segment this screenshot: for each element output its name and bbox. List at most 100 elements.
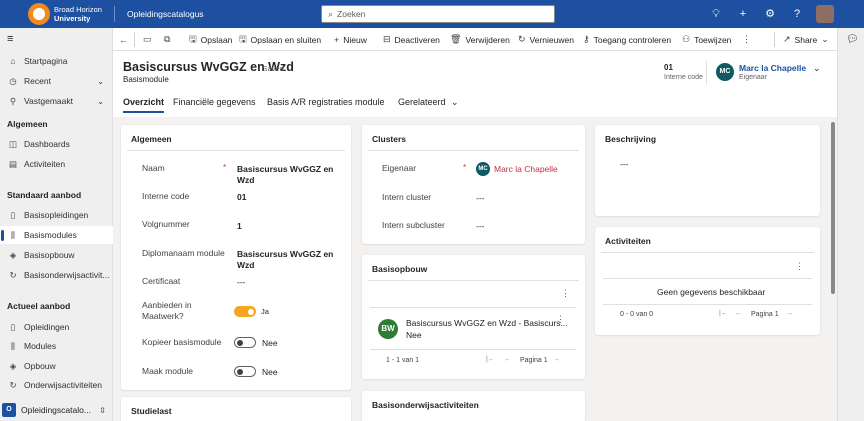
kopieer-toggle[interactable] (234, 337, 256, 348)
hamburger-icon[interactable]: ≡ (7, 33, 13, 45)
first-page-icon[interactable]: |← (719, 310, 728, 317)
org-name: Broad Horizon University (54, 5, 102, 23)
org-logo[interactable] (28, 3, 50, 25)
sidebar-item-startpagina[interactable]: ⌂ Startpagina (0, 52, 113, 70)
record-count: 0 - 0 van 0 (620, 311, 654, 318)
owner-link[interactable]: Marc la Chapelle (739, 63, 806, 73)
tab-basis-ar-registraties[interactable]: Basis A/R registraties module (267, 97, 385, 107)
sidebar: ≡ ⌂ Startpagina ◷ Recent ⌄ ⚲ Vastgemaakt… (0, 28, 113, 421)
refresh-button[interactable]: ↻ Vernieuwen (518, 28, 574, 51)
popout-button[interactable]: ⧉ (164, 28, 174, 51)
naam-field[interactable]: Basiscursus WvGGZ en Wzd (237, 164, 351, 186)
lightbulb-icon[interactable]: 💡︎ (709, 7, 723, 21)
certificaat-field[interactable]: --- (237, 277, 246, 288)
save-close-button[interactable]: 🖫 Opslaan en sluiten (239, 28, 321, 51)
save-button[interactable]: 🖫 Opslaan (189, 28, 232, 51)
sidebar-item-activiteiten[interactable]: ▤ Activiteiten (0, 155, 113, 173)
new-button[interactable]: + Nieuw (334, 28, 367, 51)
section-title: Algemeen (131, 134, 172, 144)
page-indicator: Pagina 1 (520, 357, 548, 364)
toggle-value: Nee (262, 367, 278, 377)
aanbieden-toggle[interactable] (234, 306, 256, 317)
sidebar-item-opleidingen[interactable]: ▯ Opleidingen (0, 318, 113, 336)
sidebar-item-basisopbouw[interactable]: ◈ Basisopbouw (0, 246, 113, 264)
sidebar-item-dashboards[interactable]: ◫ Dashboards (0, 135, 113, 153)
more-icon: ⋮ (742, 34, 751, 44)
area-switcher[interactable]: O Opleidingscatalo... ⇳ (2, 401, 110, 419)
diplomanaam-field[interactable]: Basiscursus WvGGZ en Wzd (237, 249, 351, 271)
intern-subcluster-field[interactable]: --- (476, 221, 485, 232)
empty-state: Geen gegevens beschikbaar (657, 287, 766, 297)
share-button[interactable]: ↗ Share ⌄ (783, 28, 829, 51)
library-icon: ⫼ (11, 340, 15, 351)
assign-button[interactable]: ⚇ Toewijzen (682, 28, 731, 51)
record-info-button[interactable]: ▭ (143, 28, 156, 51)
volgnummer-field[interactable]: 1 (237, 221, 242, 232)
sidebar-item-vastgemaakt[interactable]: ⚲ Vastgemaakt ⌄ (0, 92, 113, 110)
popout-icon: ⧉ (164, 34, 171, 44)
sidebar-item-opbouw[interactable]: ◈ Opbouw (0, 357, 113, 375)
book-icon: ▯ (10, 209, 16, 220)
field-label: Maak module (142, 366, 194, 376)
beschrijving-field[interactable]: --- (620, 159, 629, 170)
plus-icon[interactable]: + (736, 7, 750, 21)
book-icon: ▯ (10, 321, 16, 332)
sidebar-item-basisopleidingen[interactable]: ▯ Basisopleidingen (0, 206, 113, 224)
section-title: Beschrijving (605, 134, 657, 144)
toggle-value: Ja (261, 307, 269, 316)
help-icon[interactable]: ? (790, 7, 804, 21)
basisonderwijsactiviteiten-section: Basisonderwijsactiviteiten (362, 391, 585, 421)
sidebar-group-actueel: Actueel aanbod (7, 301, 71, 311)
interne-code-field[interactable]: 01 (237, 192, 246, 203)
tab-financiele-gegevens[interactable]: Financiële gegevens (173, 97, 256, 107)
next-page-icon[interactable]: → (786, 310, 793, 317)
chevron-down-icon[interactable]: ⌄ (97, 77, 104, 86)
field-label: Interne code (142, 191, 190, 201)
chevron-down-icon[interactable]: ⌄ (97, 97, 104, 106)
tab-gerelateerd[interactable]: Gerelateerd ⌄ (398, 97, 459, 108)
chevron-down-icon[interactable]: ⌄ (813, 63, 821, 74)
next-page-icon[interactable]: → (553, 356, 560, 363)
sidebar-item-basisonderwijsactiviteiten[interactable]: ↻ Basisonderwijsactivit... (0, 266, 113, 284)
more-icon[interactable]: ⋮ (561, 288, 570, 299)
more-icon[interactable]: ⋮ (795, 261, 804, 272)
clusters-section: Clusters Eigenaar * MC Marc la Chapelle … (362, 125, 585, 244)
eigenaar-link[interactable]: Marc la Chapelle (494, 164, 558, 175)
more-icon[interactable]: ⋮ (556, 314, 565, 325)
sidebar-group-standaard: Standaard aanbod (7, 190, 82, 200)
sidebar-item-basismodules[interactable]: ⫼ Basismodules (0, 226, 113, 244)
sidebar-item-recent[interactable]: ◷ Recent ⌄ (0, 72, 113, 90)
intern-cluster-field[interactable]: --- (476, 193, 485, 204)
required-marker: * (223, 163, 227, 172)
first-page-icon[interactable]: |← (486, 356, 495, 363)
search-input[interactable]: ⌕ Zoeken (321, 5, 555, 23)
section-title: Basisonderwijsactiviteiten (372, 400, 479, 410)
layers-icon: ◈ (9, 249, 17, 260)
back-button[interactable]: ← (119, 28, 132, 51)
pin-icon: ⚲ (9, 95, 17, 106)
user-avatar[interactable] (816, 5, 834, 23)
previous-page-icon[interactable]: ← (504, 356, 511, 363)
assign-icon: ⚇ (682, 34, 691, 44)
field-label: Intern cluster (382, 192, 432, 202)
sidebar-item-modules[interactable]: ⫼ Modules (0, 337, 113, 355)
sidebar-item-onderwijsactiviteiten[interactable]: ↻ Onderwijsactiviteiten (0, 376, 113, 394)
check-access-button[interactable]: ⚷ Toegang controleren (583, 28, 671, 51)
previous-page-icon[interactable]: ← (735, 310, 742, 317)
delete-button[interactable]: 🗑︎ Verwijderen (450, 28, 510, 51)
document-icon: ▭ (143, 34, 152, 44)
section-title: Basisopbouw (372, 264, 428, 274)
basisopbouw-row-title[interactable]: Basiscursus WvGGZ en Wzd - Basiscurs... (406, 318, 568, 329)
gear-icon[interactable]: ⚙ (763, 7, 777, 21)
deactivate-button[interactable]: ⊟ Deactiveren (383, 28, 440, 51)
scrollbar[interactable] (831, 122, 835, 294)
app-name[interactable]: Opleidingscatalogus (127, 9, 204, 19)
clipboard-icon: ▤ (8, 158, 18, 169)
avatar: MC (476, 162, 490, 176)
more-commands-button[interactable]: ⋮ (742, 28, 755, 51)
maak-module-toggle[interactable] (234, 366, 256, 377)
entity-type: Basismodule (123, 75, 169, 84)
chat-icon[interactable]: 💬︎ (846, 34, 859, 45)
field-label: Certificaat (142, 276, 181, 286)
tab-overzicht[interactable]: Overzicht (123, 97, 165, 113)
